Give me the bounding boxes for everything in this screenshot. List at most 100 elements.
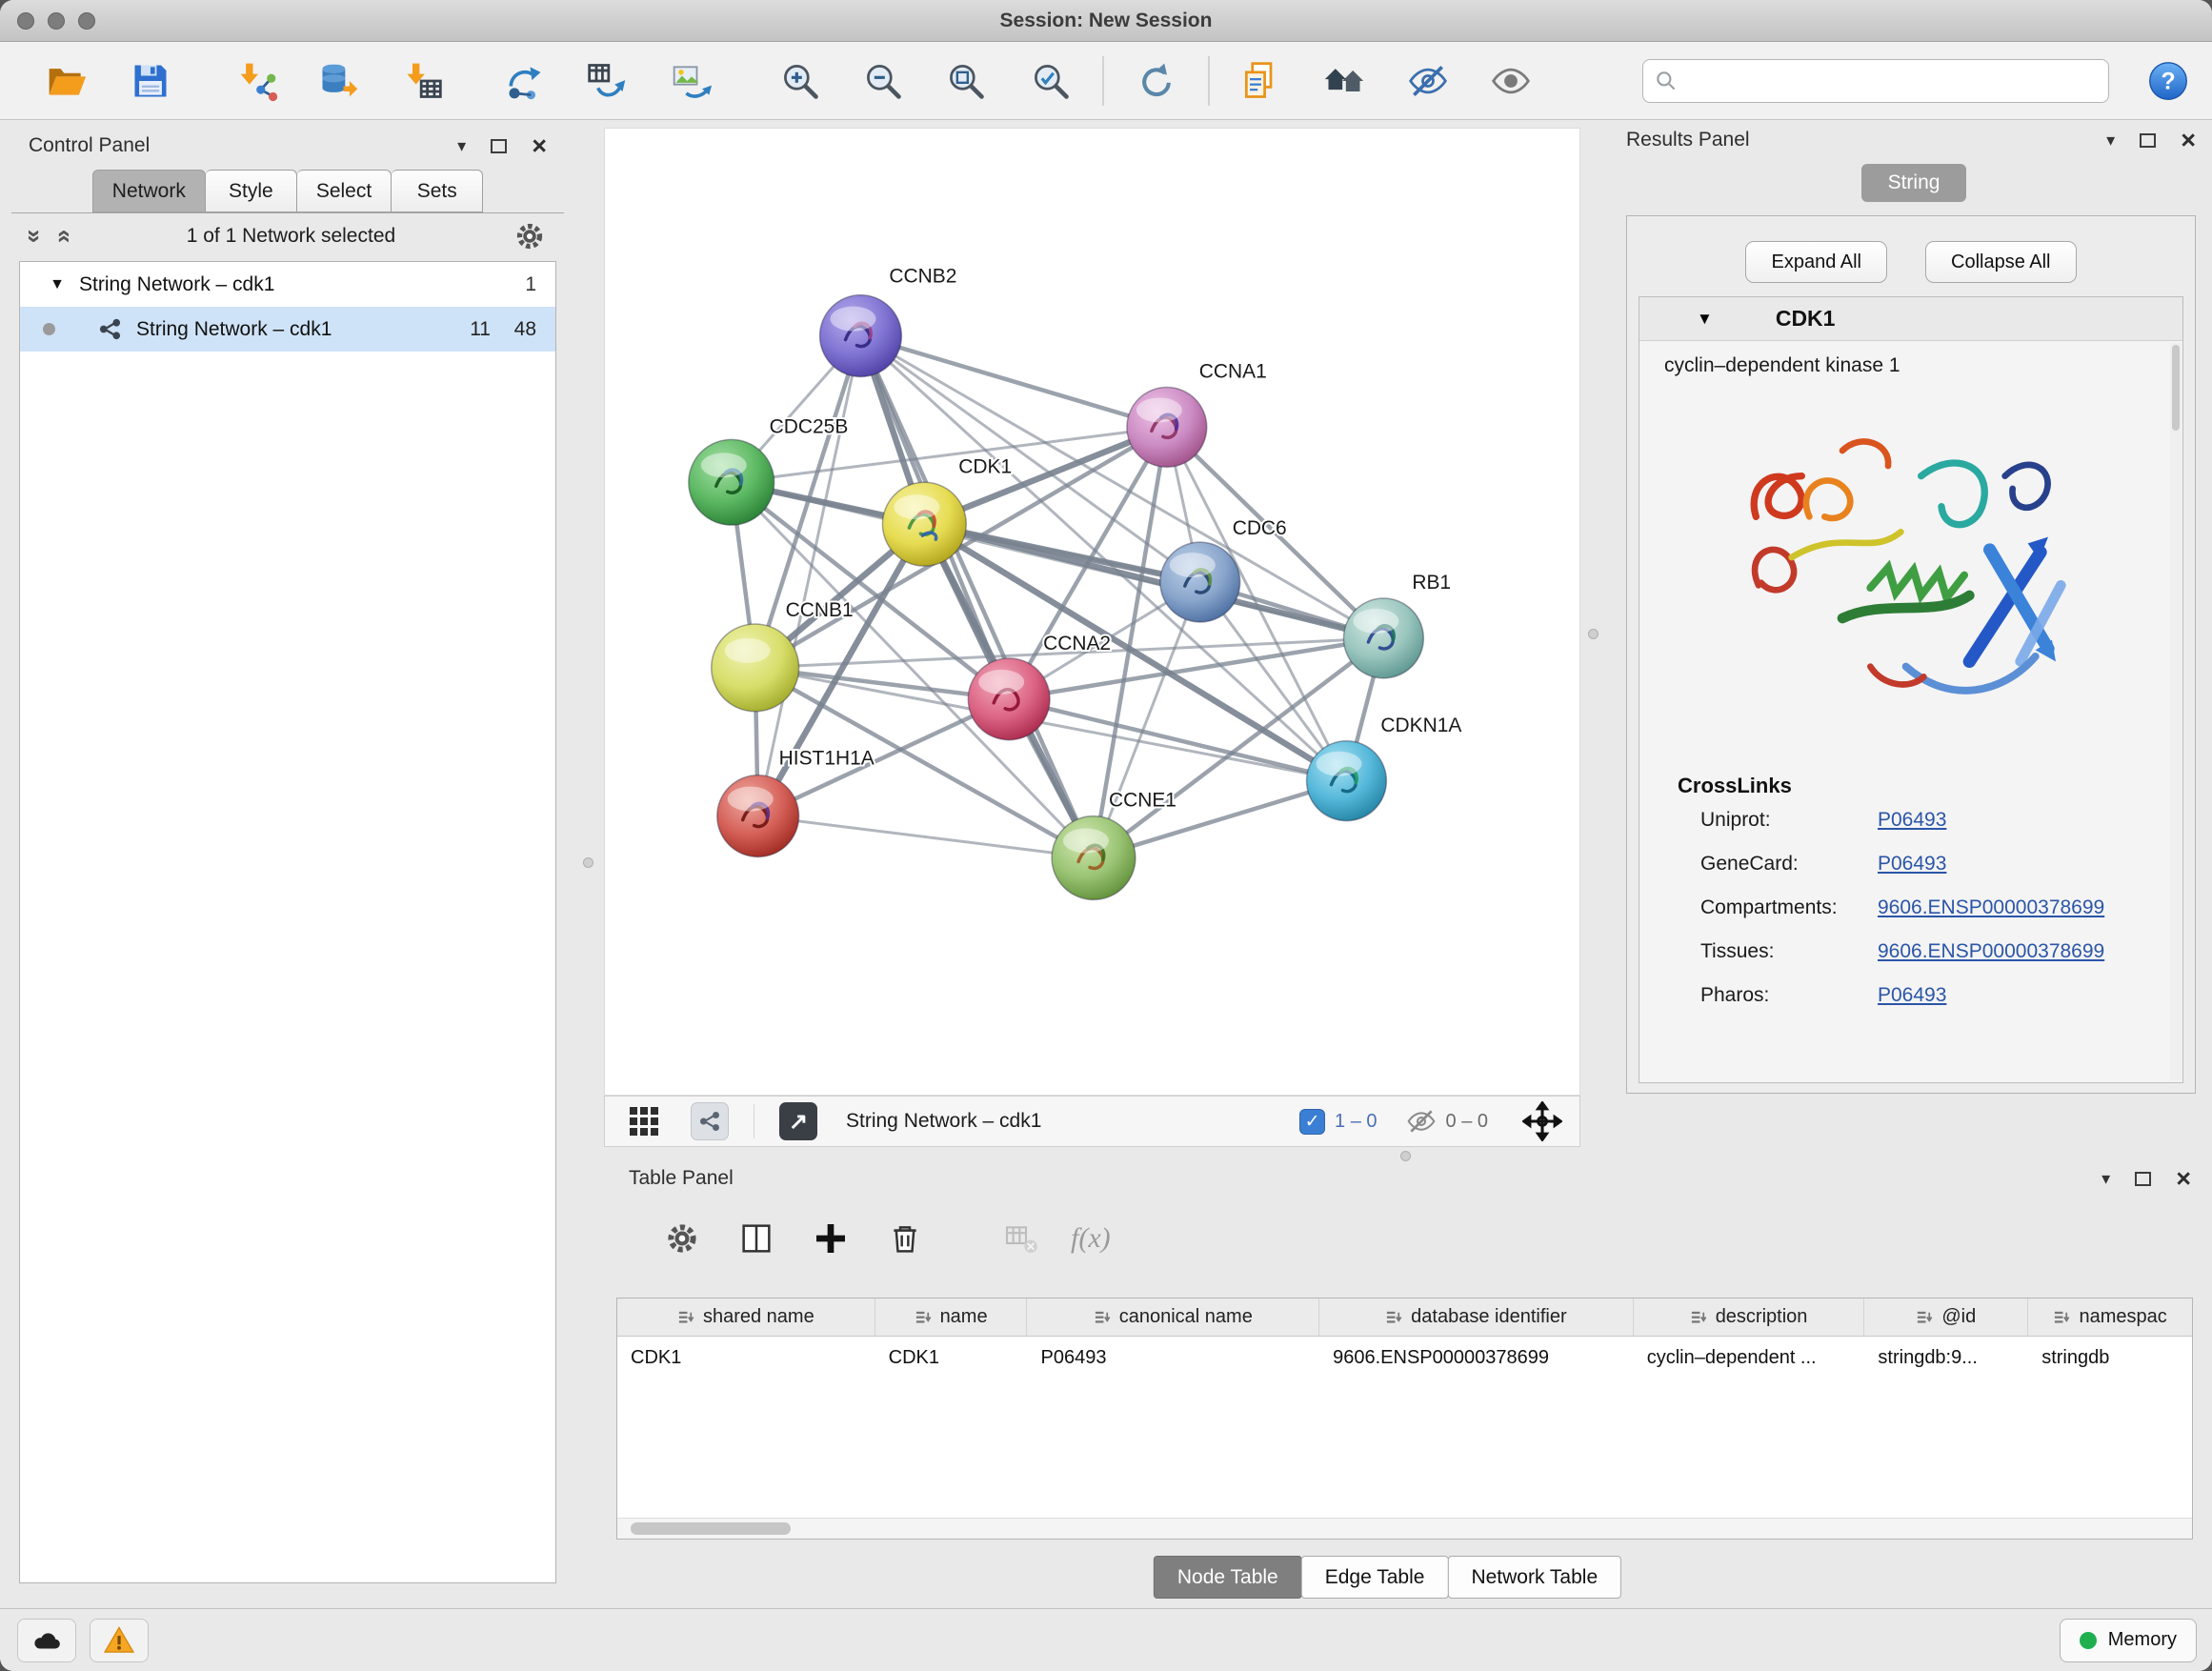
tab-select[interactable]: Select [297, 170, 392, 212]
cell-namespace[interactable]: stringdb [2028, 1337, 2192, 1379]
show-all-button[interactable] [1488, 58, 1534, 104]
network-node-CDKN1A[interactable] [1307, 741, 1387, 821]
function-builder-button[interactable]: f(x) [1071, 1214, 1111, 1263]
help-button[interactable]: ? [2145, 58, 2191, 104]
column-header[interactable]: canonical name [1027, 1299, 1319, 1336]
network-collection-row[interactable]: ▼ String Network – cdk1 1 [20, 262, 555, 307]
network-node-HIST1H1A[interactable] [717, 775, 799, 857]
window-zoom-button[interactable] [78, 12, 95, 30]
window-minimize-button[interactable] [48, 12, 65, 30]
tab-node-table[interactable]: Node Table [1154, 1556, 1302, 1599]
window-close-button[interactable] [17, 12, 34, 30]
collapse-all-button[interactable]: Collapse All [1925, 241, 2077, 283]
zoom-out-button[interactable] [860, 58, 906, 104]
network-node-CDC6[interactable] [1160, 542, 1240, 622]
panel-menu-icon[interactable]: ▾ [2106, 131, 2115, 151]
tab-edge-table[interactable]: Edge Table [1301, 1556, 1449, 1599]
bottom-splitter-handle[interactable] [1400, 1151, 1411, 1161]
export-image-button[interactable] [669, 58, 714, 104]
network-node-CCNA1[interactable] [1127, 387, 1207, 467]
tab-network[interactable]: Network [92, 170, 206, 212]
network-edge[interactable] [758, 336, 861, 816]
zoom-selected-button[interactable] [1028, 58, 1074, 104]
network-options-button[interactable] [513, 219, 547, 253]
cloud-status-button[interactable] [17, 1619, 76, 1662]
network-edge[interactable] [758, 816, 1094, 858]
float-panel-icon[interactable] [2135, 1172, 2151, 1186]
network-node-CCNB1[interactable] [712, 624, 799, 712]
copy-button[interactable] [1237, 58, 1283, 104]
close-panel-icon[interactable]: × [2176, 1166, 2191, 1192]
cell-database-identifier[interactable]: 9606.ENSP00000378699 [1319, 1337, 1634, 1379]
crosslink-link[interactable]: P06493 [1878, 809, 1946, 832]
column-header[interactable]: shared name [617, 1299, 875, 1336]
close-panel-icon[interactable]: × [532, 133, 547, 159]
cell-id[interactable]: stringdb:9... [1864, 1337, 2028, 1379]
collection-caret-icon[interactable]: ▼ [43, 276, 71, 293]
search-input[interactable] [1642, 59, 2109, 103]
panel-menu-icon[interactable]: ▾ [457, 136, 466, 156]
crosslink-link[interactable]: P06493 [1878, 984, 1946, 1007]
new-network-button[interactable] [502, 58, 548, 104]
selected-checkbox-icon[interactable]: ✓ [1299, 1109, 1325, 1135]
cell-description[interactable]: cyclin–dependent ... [1634, 1337, 1865, 1379]
home-button[interactable] [1321, 58, 1367, 104]
open-session-button[interactable] [44, 58, 90, 104]
network-edge[interactable] [860, 336, 1094, 858]
network-share-button[interactable] [691, 1102, 729, 1140]
left-splitter-handle[interactable] [583, 857, 593, 868]
birds-eye-view-icon[interactable] [630, 1107, 658, 1136]
collapse-all-icon[interactable]: » [23, 230, 48, 243]
cell-canonical-name[interactable]: P06493 [1027, 1337, 1319, 1379]
table-horizontal-scrollbar[interactable] [617, 1518, 2192, 1539]
zoom-in-button[interactable] [777, 58, 823, 104]
float-panel-icon[interactable] [2140, 133, 2156, 148]
results-scrollbar[interactable] [2170, 343, 2182, 1080]
delete-table-button[interactable] [996, 1214, 1046, 1263]
network-node-CCNB2[interactable] [820, 295, 902, 377]
cell-shared-name[interactable]: CDK1 [617, 1337, 875, 1379]
panel-menu-icon[interactable]: ▾ [2101, 1169, 2110, 1189]
tab-style[interactable]: Style [206, 170, 297, 212]
expand-all-icon[interactable]: » [50, 230, 75, 243]
tab-string[interactable]: String [1861, 164, 1967, 202]
network-edge[interactable] [860, 336, 1166, 428]
memory-button[interactable]: Memory [2060, 1619, 2197, 1662]
gene-caret-icon[interactable]: ▼ [1697, 310, 1713, 329]
tab-network-table[interactable]: Network Table [1447, 1556, 1621, 1599]
table-options-button[interactable] [657, 1214, 707, 1263]
hide-selected-button[interactable] [1405, 58, 1451, 104]
column-header[interactable]: namespac [2028, 1299, 2192, 1336]
network-node-CDC25B[interactable] [689, 439, 774, 525]
network-node-CCNE1[interactable] [1052, 816, 1136, 900]
pan-mode-button[interactable] [1522, 1101, 1562, 1141]
crosslink-link[interactable]: P06493 [1878, 853, 1946, 876]
refresh-button[interactable] [1134, 58, 1179, 104]
save-session-button[interactable] [128, 58, 173, 104]
tab-sets[interactable]: Sets [392, 170, 483, 212]
show-columns-button[interactable] [732, 1214, 781, 1263]
table-row[interactable]: CDK1 CDK1 P06493 9606.ENSP00000378699 cy… [617, 1337, 2192, 1379]
column-header[interactable]: database identifier [1319, 1299, 1634, 1336]
crosslink-link[interactable]: 9606.ENSP00000378699 [1878, 896, 2104, 919]
import-table-button[interactable] [400, 58, 446, 104]
import-network-file-button[interactable] [235, 58, 281, 104]
crosslink-link[interactable]: 9606.ENSP00000378699 [1878, 940, 2104, 963]
scrollbar-thumb[interactable] [631, 1522, 791, 1535]
column-header[interactable]: description [1634, 1299, 1865, 1336]
cell-name[interactable]: CDK1 [875, 1337, 1028, 1379]
network-edge[interactable] [924, 524, 1383, 638]
gene-card-header[interactable]: ▼ CDK1 [1639, 297, 2182, 341]
column-header[interactable]: @id [1864, 1299, 2028, 1336]
expand-all-button[interactable]: Expand All [1745, 241, 1887, 283]
zoom-fit-button[interactable] [943, 58, 989, 104]
network-row[interactable]: String Network – cdk1 11 48 [20, 307, 555, 352]
network-node-CDK1[interactable] [882, 482, 966, 566]
column-header[interactable]: name [875, 1299, 1028, 1336]
network-canvas[interactable]: CCNB2CCNA1CDC25BCDK1CDC6RB1CCNB1CCNA2CDK… [604, 128, 1580, 1096]
network-node-CCNA2[interactable] [968, 658, 1050, 740]
delete-column-button[interactable] [880, 1214, 930, 1263]
float-panel-icon[interactable] [491, 139, 507, 153]
create-column-button[interactable] [806, 1214, 855, 1263]
open-in-new-window-button[interactable]: ↗ [779, 1102, 817, 1140]
